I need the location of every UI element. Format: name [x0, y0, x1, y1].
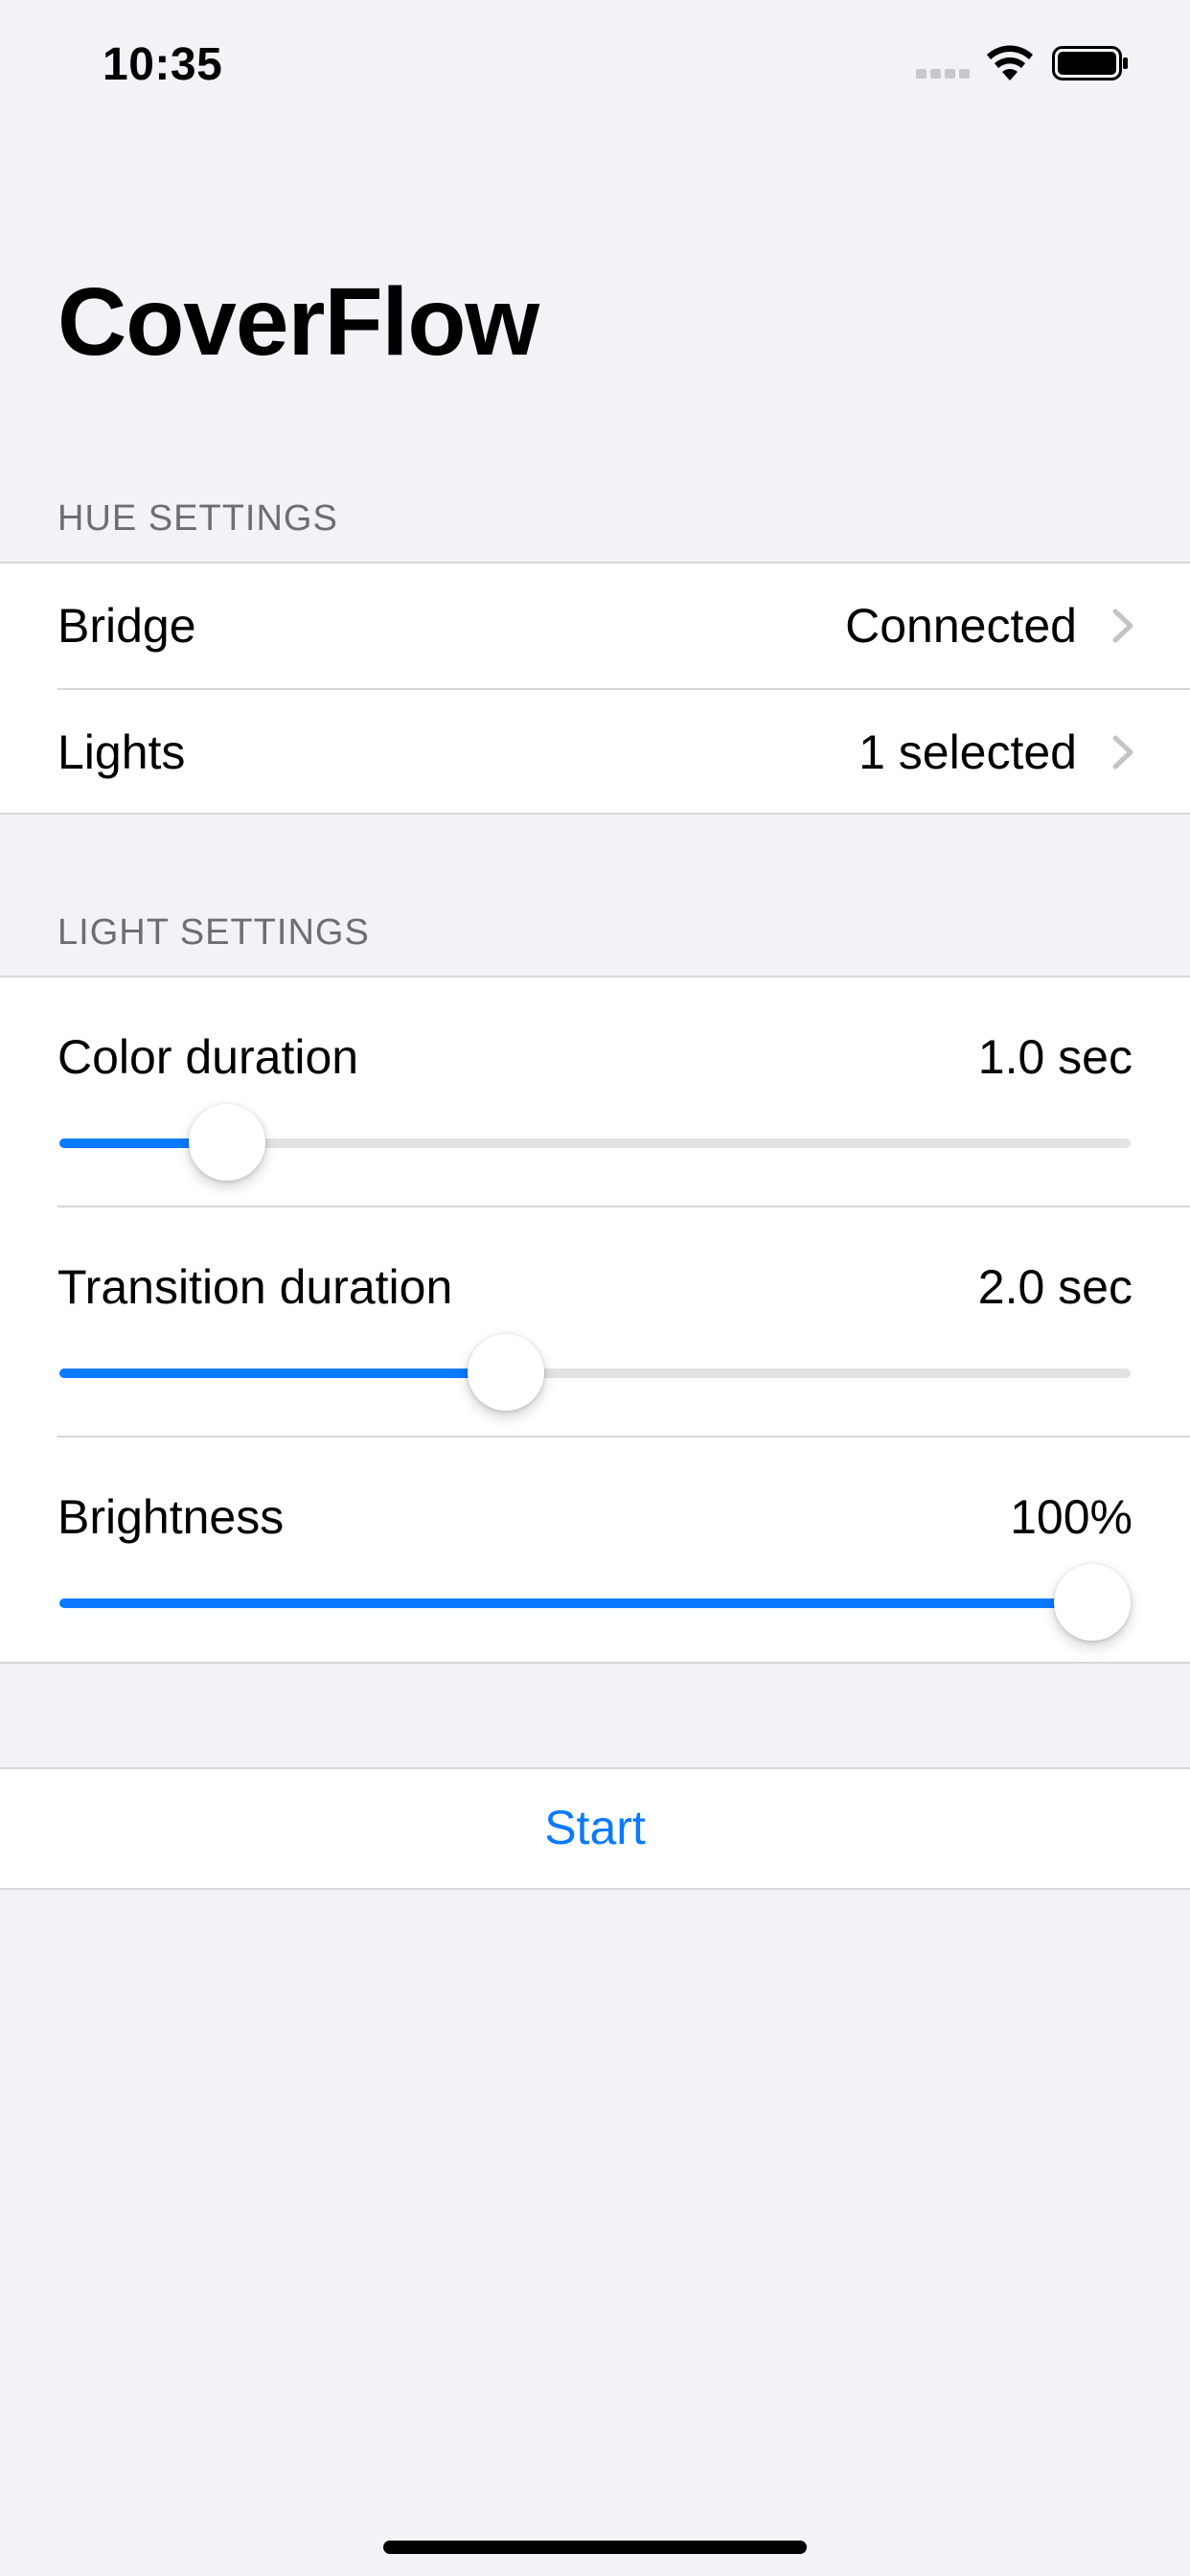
- battery-icon: [1052, 46, 1128, 80]
- lights-label: Lights: [57, 725, 186, 779]
- color-duration-value: 1.0 sec: [977, 1030, 1133, 1084]
- color-duration-slider[interactable]: [59, 1104, 1131, 1181]
- transition-duration-label: Transition duration: [57, 1260, 453, 1314]
- color-duration-label: Color duration: [57, 1030, 359, 1084]
- section-header-light-settings: LIGHT SETTINGS: [57, 912, 370, 953]
- slider-thumb[interactable]: [1054, 1564, 1131, 1641]
- home-indicator: [383, 2541, 807, 2554]
- bridge-label: Bridge: [57, 599, 196, 653]
- wifi-icon: [987, 45, 1033, 80]
- lights-row[interactable]: Lights 1 selected: [0, 690, 1190, 815]
- brightness-label: Brightness: [57, 1490, 285, 1544]
- transition-duration-value: 2.0 sec: [977, 1260, 1133, 1314]
- lights-value: 1 selected: [858, 725, 1077, 779]
- slider-fill: [59, 1598, 1092, 1608]
- section-header-hue-settings: HUE SETTINGS: [57, 498, 338, 539]
- bridge-value: Connected: [845, 599, 1077, 653]
- page-title: CoverFlow: [57, 268, 539, 376]
- slider-thumb[interactable]: [467, 1334, 544, 1411]
- status-time: 10:35: [103, 39, 223, 90]
- brightness-value: 100%: [1010, 1490, 1133, 1544]
- chevron-right-icon: [1112, 609, 1133, 643]
- hue-settings-group: Bridge Connected Lights 1 selected: [0, 562, 1190, 815]
- start-button[interactable]: Start: [0, 1767, 1190, 1890]
- light-settings-group: Color duration 1.0 sec Transition durati…: [0, 976, 1190, 1664]
- brightness-slider[interactable]: [59, 1564, 1131, 1641]
- cellular-signal-icon: [916, 69, 970, 79]
- status-bar: 10:35: [0, 0, 1190, 126]
- chevron-right-icon: [1112, 735, 1133, 770]
- brightness-row: Brightness 100%: [0, 1438, 1190, 1668]
- bridge-row[interactable]: Bridge Connected: [0, 564, 1190, 688]
- transition-duration-slider[interactable]: [59, 1334, 1131, 1411]
- slider-fill: [59, 1368, 506, 1378]
- transition-duration-row: Transition duration 2.0 sec: [0, 1208, 1190, 1438]
- color-duration-row: Color duration 1.0 sec: [0, 978, 1190, 1208]
- slider-thumb[interactable]: [188, 1104, 265, 1181]
